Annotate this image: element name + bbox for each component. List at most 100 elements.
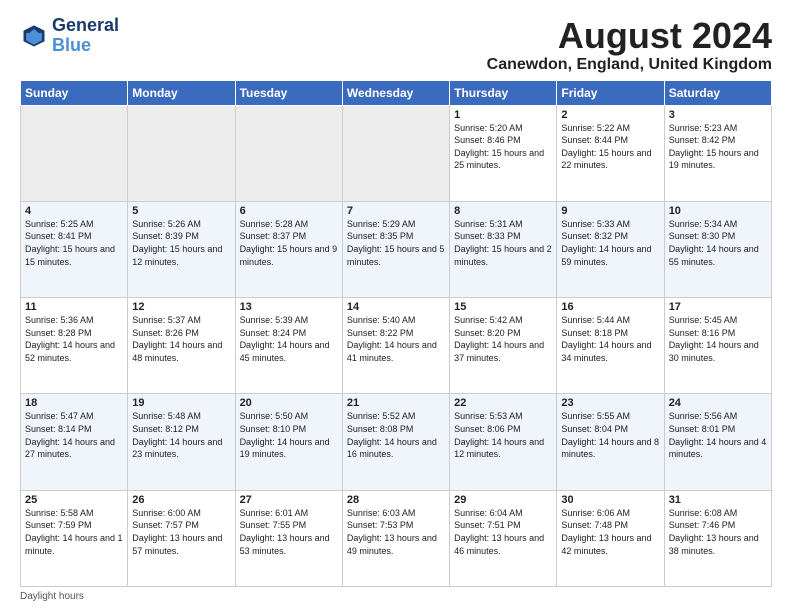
day-cell: 28Sunrise: 6:03 AMSunset: 7:53 PMDayligh… <box>342 490 449 586</box>
col-saturday: Saturday <box>664 80 771 105</box>
day-cell: 25Sunrise: 5:58 AMSunset: 7:59 PMDayligh… <box>21 490 128 586</box>
day-number: 10 <box>669 205 767 217</box>
day-info: Sunrise: 5:20 AMSunset: 8:46 PMDaylight:… <box>454 122 552 172</box>
day-number: 20 <box>240 397 338 409</box>
day-number: 4 <box>25 205 123 217</box>
day-cell: 30Sunrise: 6:06 AMSunset: 7:48 PMDayligh… <box>557 490 664 586</box>
col-sunday: Sunday <box>21 80 128 105</box>
logo-line2: Blue <box>52 35 91 55</box>
day-info: Sunrise: 5:48 AMSunset: 8:12 PMDaylight:… <box>132 410 230 460</box>
day-cell: 6Sunrise: 5:28 AMSunset: 8:37 PMDaylight… <box>235 201 342 297</box>
day-number: 29 <box>454 494 552 506</box>
logo-line1: General <box>52 16 119 36</box>
day-info: Sunrise: 6:00 AMSunset: 7:57 PMDaylight:… <box>132 507 230 557</box>
day-cell: 23Sunrise: 5:55 AMSunset: 8:04 PMDayligh… <box>557 394 664 490</box>
day-cell: 4Sunrise: 5:25 AMSunset: 8:41 PMDaylight… <box>21 201 128 297</box>
day-number: 30 <box>561 494 659 506</box>
day-cell: 17Sunrise: 5:45 AMSunset: 8:16 PMDayligh… <box>664 298 771 394</box>
day-number: 1 <box>454 109 552 121</box>
day-number: 3 <box>669 109 767 121</box>
day-info: Sunrise: 5:29 AMSunset: 8:35 PMDaylight:… <box>347 218 445 268</box>
day-number: 12 <box>132 301 230 313</box>
day-info: Sunrise: 5:34 AMSunset: 8:30 PMDaylight:… <box>669 218 767 268</box>
day-info: Sunrise: 5:44 AMSunset: 8:18 PMDaylight:… <box>561 314 659 364</box>
day-info: Sunrise: 6:08 AMSunset: 7:46 PMDaylight:… <box>669 507 767 557</box>
day-number: 6 <box>240 205 338 217</box>
week-row-2: 4Sunrise: 5:25 AMSunset: 8:41 PMDaylight… <box>21 201 772 297</box>
day-info: Sunrise: 6:06 AMSunset: 7:48 PMDaylight:… <box>561 507 659 557</box>
day-number: 18 <box>25 397 123 409</box>
day-info: Sunrise: 5:37 AMSunset: 8:26 PMDaylight:… <box>132 314 230 364</box>
day-number: 13 <box>240 301 338 313</box>
day-info: Sunrise: 5:47 AMSunset: 8:14 PMDaylight:… <box>25 410 123 460</box>
day-info: Sunrise: 5:39 AMSunset: 8:24 PMDaylight:… <box>240 314 338 364</box>
day-info: Sunrise: 5:50 AMSunset: 8:10 PMDaylight:… <box>240 410 338 460</box>
col-friday: Friday <box>557 80 664 105</box>
day-number: 11 <box>25 301 123 313</box>
day-number: 9 <box>561 205 659 217</box>
day-cell: 2Sunrise: 5:22 AMSunset: 8:44 PMDaylight… <box>557 105 664 201</box>
day-cell: 21Sunrise: 5:52 AMSunset: 8:08 PMDayligh… <box>342 394 449 490</box>
day-cell: 3Sunrise: 5:23 AMSunset: 8:42 PMDaylight… <box>664 105 771 201</box>
week-row-3: 11Sunrise: 5:36 AMSunset: 8:28 PMDayligh… <box>21 298 772 394</box>
week-row-1: 1Sunrise: 5:20 AMSunset: 8:46 PMDaylight… <box>21 105 772 201</box>
header: General Blue August 2024 Canewdon, Engla… <box>20 16 772 74</box>
day-cell: 1Sunrise: 5:20 AMSunset: 8:46 PMDaylight… <box>450 105 557 201</box>
subtitle: Canewdon, England, United Kingdom <box>487 56 772 74</box>
day-number: 21 <box>347 397 445 409</box>
day-cell: 20Sunrise: 5:50 AMSunset: 8:10 PMDayligh… <box>235 394 342 490</box>
day-info: Sunrise: 5:58 AMSunset: 7:59 PMDaylight:… <box>25 507 123 557</box>
day-number: 14 <box>347 301 445 313</box>
day-cell: 15Sunrise: 5:42 AMSunset: 8:20 PMDayligh… <box>450 298 557 394</box>
day-info: Sunrise: 5:45 AMSunset: 8:16 PMDaylight:… <box>669 314 767 364</box>
week-row-5: 25Sunrise: 5:58 AMSunset: 7:59 PMDayligh… <box>21 490 772 586</box>
day-number: 15 <box>454 301 552 313</box>
day-info: Sunrise: 5:33 AMSunset: 8:32 PMDaylight:… <box>561 218 659 268</box>
day-cell: 12Sunrise: 5:37 AMSunset: 8:26 PMDayligh… <box>128 298 235 394</box>
calendar-table: Sunday Monday Tuesday Wednesday Thursday… <box>20 80 772 587</box>
day-cell: 13Sunrise: 5:39 AMSunset: 8:24 PMDayligh… <box>235 298 342 394</box>
col-tuesday: Tuesday <box>235 80 342 105</box>
day-info: Sunrise: 5:26 AMSunset: 8:39 PMDaylight:… <box>132 218 230 268</box>
day-info: Sunrise: 5:23 AMSunset: 8:42 PMDaylight:… <box>669 122 767 172</box>
day-cell: 24Sunrise: 5:56 AMSunset: 8:01 PMDayligh… <box>664 394 771 490</box>
day-cell: 16Sunrise: 5:44 AMSunset: 8:18 PMDayligh… <box>557 298 664 394</box>
week-row-4: 18Sunrise: 5:47 AMSunset: 8:14 PMDayligh… <box>21 394 772 490</box>
day-cell <box>342 105 449 201</box>
day-number: 22 <box>454 397 552 409</box>
day-cell: 7Sunrise: 5:29 AMSunset: 8:35 PMDaylight… <box>342 201 449 297</box>
day-number: 8 <box>454 205 552 217</box>
day-info: Sunrise: 6:04 AMSunset: 7:51 PMDaylight:… <box>454 507 552 557</box>
day-info: Sunrise: 6:03 AMSunset: 7:53 PMDaylight:… <box>347 507 445 557</box>
day-number: 7 <box>347 205 445 217</box>
column-headers: Sunday Monday Tuesday Wednesday Thursday… <box>21 80 772 105</box>
day-cell: 10Sunrise: 5:34 AMSunset: 8:30 PMDayligh… <box>664 201 771 297</box>
logo-icon <box>20 22 48 50</box>
day-number: 31 <box>669 494 767 506</box>
day-cell: 9Sunrise: 5:33 AMSunset: 8:32 PMDaylight… <box>557 201 664 297</box>
day-cell: 8Sunrise: 5:31 AMSunset: 8:33 PMDaylight… <box>450 201 557 297</box>
day-number: 25 <box>25 494 123 506</box>
day-cell: 29Sunrise: 6:04 AMSunset: 7:51 PMDayligh… <box>450 490 557 586</box>
day-number: 19 <box>132 397 230 409</box>
footer-note: Daylight hours <box>20 591 772 602</box>
day-info: Sunrise: 5:40 AMSunset: 8:22 PMDaylight:… <box>347 314 445 364</box>
day-cell: 18Sunrise: 5:47 AMSunset: 8:14 PMDayligh… <box>21 394 128 490</box>
day-cell: 22Sunrise: 5:53 AMSunset: 8:06 PMDayligh… <box>450 394 557 490</box>
day-info: Sunrise: 5:52 AMSunset: 8:08 PMDaylight:… <box>347 410 445 460</box>
logo: General Blue <box>20 16 119 56</box>
day-info: Sunrise: 5:36 AMSunset: 8:28 PMDaylight:… <box>25 314 123 364</box>
day-info: Sunrise: 5:25 AMSunset: 8:41 PMDaylight:… <box>25 218 123 268</box>
day-cell: 26Sunrise: 6:00 AMSunset: 7:57 PMDayligh… <box>128 490 235 586</box>
day-info: Sunrise: 5:42 AMSunset: 8:20 PMDaylight:… <box>454 314 552 364</box>
col-thursday: Thursday <box>450 80 557 105</box>
day-number: 5 <box>132 205 230 217</box>
col-wednesday: Wednesday <box>342 80 449 105</box>
day-cell: 11Sunrise: 5:36 AMSunset: 8:28 PMDayligh… <box>21 298 128 394</box>
day-cell: 5Sunrise: 5:26 AMSunset: 8:39 PMDaylight… <box>128 201 235 297</box>
title-block: August 2024 Canewdon, England, United Ki… <box>487 16 772 74</box>
day-cell <box>21 105 128 201</box>
day-info: Sunrise: 5:28 AMSunset: 8:37 PMDaylight:… <box>240 218 338 268</box>
day-number: 23 <box>561 397 659 409</box>
col-monday: Monday <box>128 80 235 105</box>
